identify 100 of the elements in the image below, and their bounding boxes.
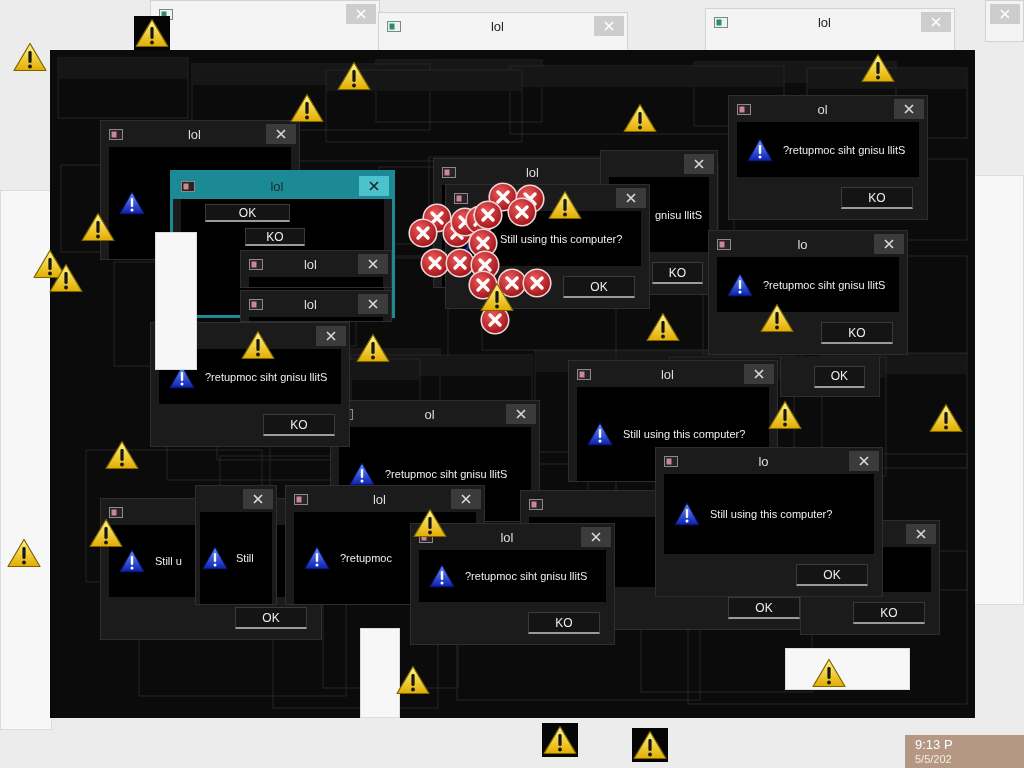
dialog-button[interactable]: KO	[841, 187, 913, 209]
message-text: Still	[236, 552, 254, 564]
warning-icon	[929, 403, 963, 433]
warning-icon	[646, 312, 680, 342]
app-icon	[181, 180, 195, 192]
window-title: ol	[816, 101, 829, 117]
message-text: Still using this computer?	[623, 428, 746, 440]
warning-icon	[623, 103, 657, 133]
close-button[interactable]	[358, 294, 388, 314]
close-icon	[694, 159, 704, 169]
app-icon	[737, 103, 751, 115]
close-icon	[368, 259, 378, 269]
close-button[interactable]	[894, 99, 924, 119]
dialog-button[interactable]: OK	[563, 276, 635, 298]
error-icon	[408, 218, 438, 248]
message-text: ?retupmoc siht gnisu llitS	[385, 468, 508, 480]
close-button[interactable]	[358, 254, 388, 274]
window-title: lol	[303, 256, 318, 272]
dialog-button[interactable]: KO	[821, 322, 893, 344]
warning-icon	[632, 728, 668, 762]
dialog-button[interactable]: OK	[235, 607, 307, 629]
close-icon	[1000, 9, 1010, 19]
app-icon	[529, 498, 543, 510]
close-button[interactable]	[359, 176, 389, 196]
close-icon	[931, 17, 941, 27]
window-title: lo	[796, 236, 809, 252]
dialog-button[interactable]: KO	[853, 602, 925, 624]
clock-time: 9:13 P	[915, 738, 953, 753]
close-icon	[253, 494, 263, 504]
close-button[interactable]	[616, 188, 646, 208]
message-text: gnisu llitS	[655, 208, 703, 221]
clock-date: 5/5/202	[915, 752, 952, 765]
close-icon	[368, 299, 378, 309]
message-text: ?retupmoc siht gnisu llitS	[763, 278, 886, 291]
close-icon	[904, 104, 914, 114]
window-title: ol	[423, 406, 436, 422]
warning-icon	[241, 330, 275, 360]
window-title: lol	[187, 126, 202, 142]
app-icon	[294, 493, 308, 505]
dialog-button[interactable]: KO	[245, 228, 305, 246]
warning-icon	[7, 538, 41, 568]
dialog-button[interactable]: KO	[651, 262, 703, 284]
close-icon	[916, 529, 926, 539]
close-icon	[369, 181, 379, 191]
close-icon	[591, 532, 601, 542]
close-icon	[326, 331, 336, 341]
close-button[interactable]	[906, 524, 936, 544]
warning-icon	[542, 723, 578, 757]
close-button[interactable]	[316, 326, 346, 346]
close-button[interactable]	[684, 154, 714, 174]
message-text: ?retupmoc siht gnisu llitS	[783, 143, 906, 156]
message-text: ?retupmoc siht gnisu llitS	[205, 370, 328, 383]
close-icon	[859, 456, 869, 466]
close-button[interactable]	[506, 404, 536, 424]
dialog-button[interactable]: OK	[796, 564, 868, 586]
error-icon	[507, 197, 537, 227]
close-button[interactable]	[849, 451, 879, 471]
message-text: Still using this computer?	[710, 508, 833, 520]
close-icon	[276, 129, 286, 139]
app-icon	[387, 20, 401, 32]
app-icon	[249, 258, 263, 270]
window-title: lol	[372, 491, 387, 507]
warning-icon	[812, 658, 846, 688]
window-title: lol	[499, 529, 515, 545]
dialog-button[interactable]: OK	[728, 597, 800, 619]
app-icon	[454, 192, 468, 204]
window-title: lol	[303, 296, 318, 312]
warning-icon	[13, 42, 47, 72]
close-button[interactable]	[243, 489, 273, 509]
window-title: lol	[525, 164, 540, 180]
app-icon	[109, 128, 123, 140]
window-title: lol	[269, 178, 285, 194]
window-title: lol	[660, 366, 675, 382]
app-icon	[442, 166, 456, 178]
app-icon	[664, 455, 678, 467]
dialog-button[interactable]: OK	[205, 204, 290, 222]
close-button[interactable]	[266, 124, 296, 144]
warning-icon	[396, 665, 430, 695]
window-title: lol	[817, 14, 832, 30]
message-text: Still using this computer?	[500, 232, 623, 245]
close-icon	[604, 21, 614, 31]
message-text: Still u	[155, 555, 182, 567]
close-button[interactable]	[581, 527, 611, 547]
message-text: ?retupmoc	[340, 552, 392, 564]
window-title: lol	[490, 18, 505, 34]
close-icon	[884, 239, 894, 249]
close-icon	[356, 9, 366, 19]
warning-icon	[548, 190, 582, 220]
close-icon	[461, 494, 471, 504]
error-icon	[522, 268, 552, 298]
message-text: ?retupmoc siht gnisu llitS	[465, 570, 588, 582]
dialog-button[interactable]: KO	[263, 414, 335, 436]
dialog-button[interactable]: KO	[528, 612, 600, 634]
app-icon	[717, 238, 731, 250]
close-button[interactable]	[451, 489, 481, 509]
error-icon	[473, 200, 503, 230]
close-icon	[516, 409, 526, 419]
close-button[interactable]	[874, 234, 904, 254]
app-icon	[714, 16, 728, 28]
warning-icon	[760, 303, 794, 333]
